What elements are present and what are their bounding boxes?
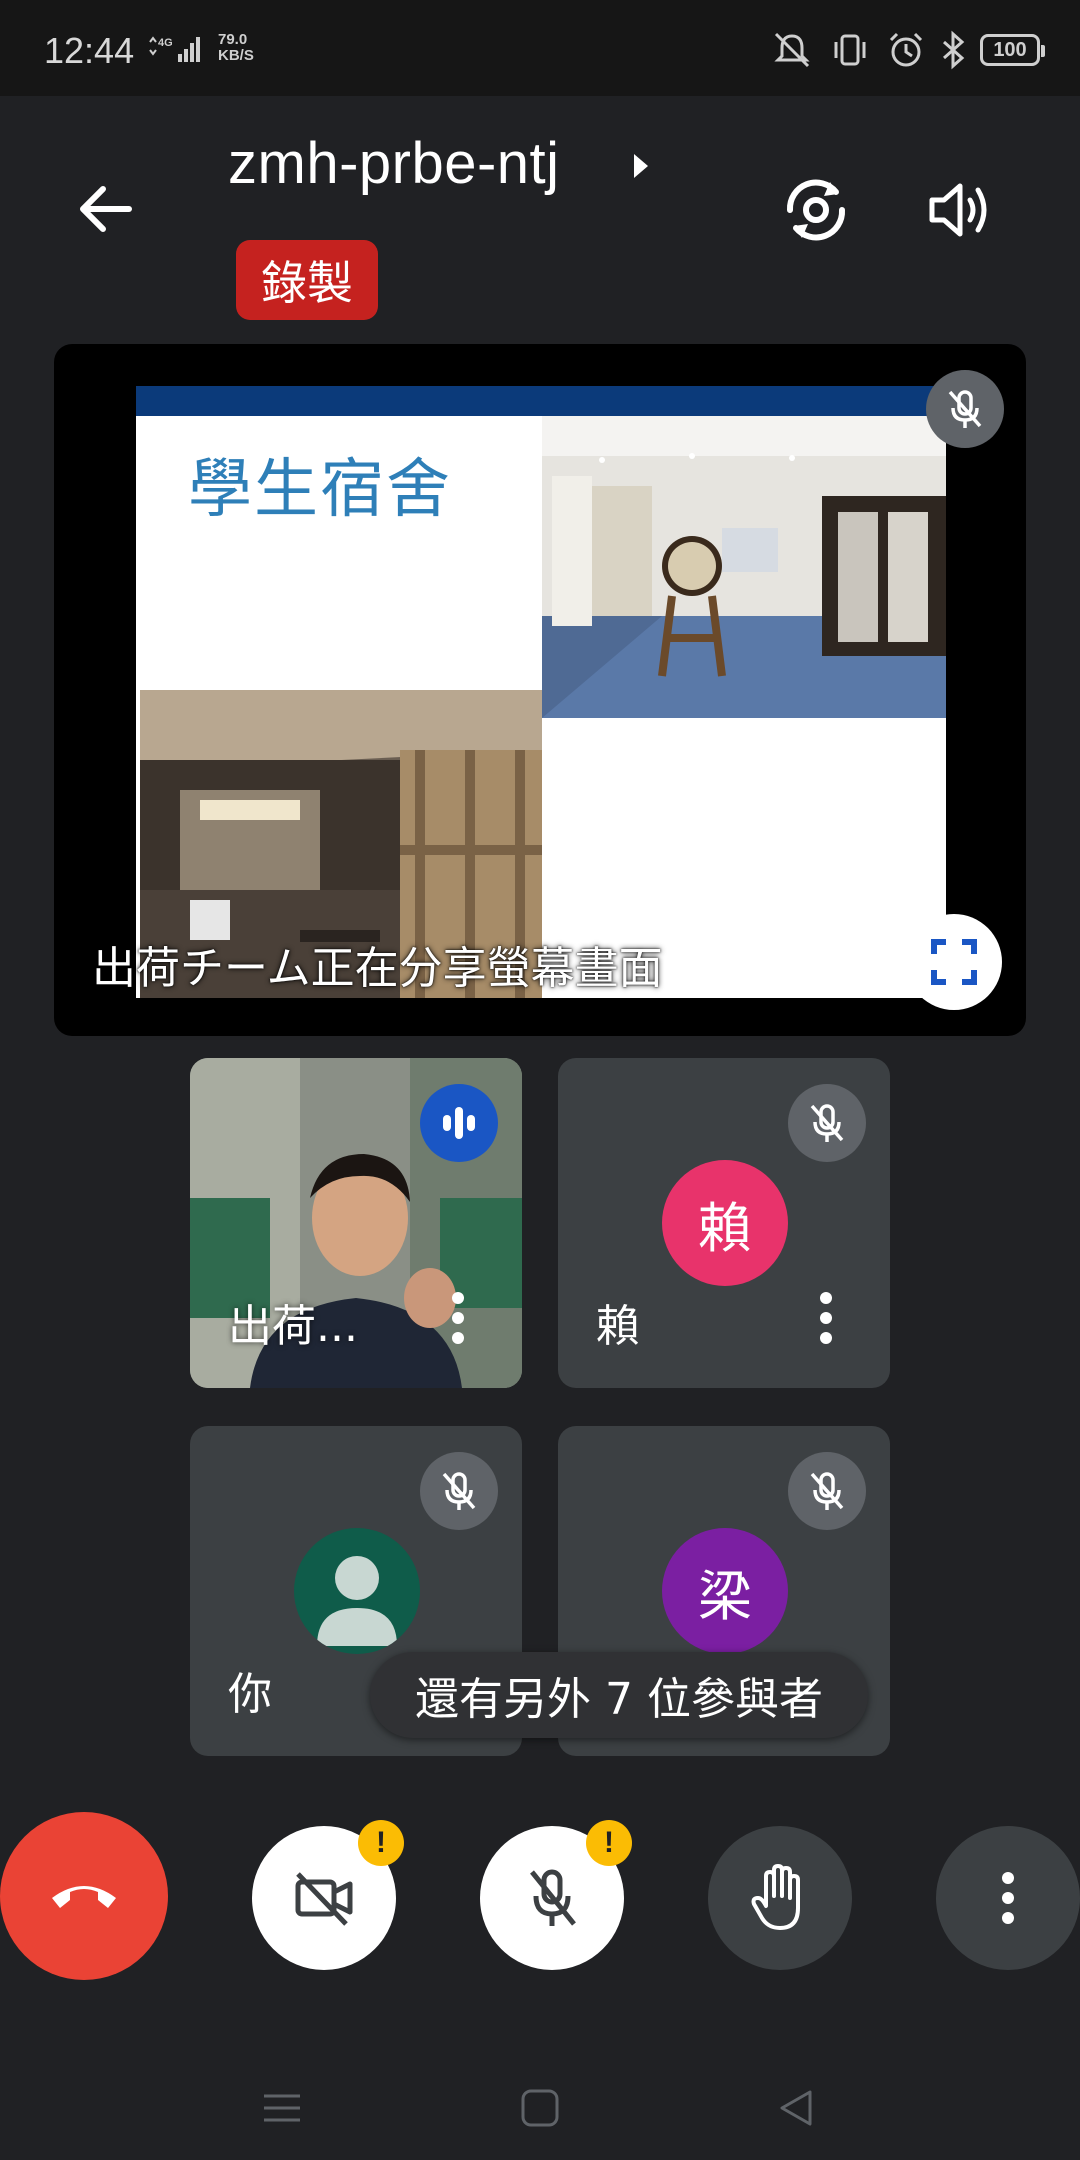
mic-off-indicator bbox=[788, 1084, 866, 1162]
screen-share-tile[interactable]: 學生宿舍 出荷チーム正在分享螢幕畫面 bbox=[54, 344, 1026, 1036]
dorm-hallway-photo bbox=[542, 416, 946, 718]
end-call-button[interactable] bbox=[0, 1812, 168, 1980]
status-icons: 100 bbox=[770, 30, 1045, 70]
screen-share-caption: 出荷チーム正在分享螢幕畫面 bbox=[92, 943, 663, 994]
more-options-button[interactable] bbox=[936, 1826, 1080, 1970]
participant-name: 你 bbox=[228, 1669, 272, 1720]
slide-title: 學生宿舍 bbox=[188, 453, 452, 527]
person-icon bbox=[317, 1556, 397, 1646]
speaking-indicator bbox=[420, 1084, 498, 1162]
network-speed: 79.0 KB/S bbox=[218, 31, 254, 64]
status-bar: 12:44 4G 79.0 KB/S 100 bbox=[0, 0, 1080, 96]
participant-avatar bbox=[294, 1528, 420, 1654]
volume-icon bbox=[929, 183, 987, 237]
participant-tile-1[interactable]: 出荷... bbox=[190, 1058, 522, 1388]
recording-badge: 錄製 bbox=[236, 240, 378, 320]
fullscreen-button[interactable] bbox=[906, 914, 1002, 1010]
speaker-button[interactable] bbox=[922, 172, 998, 248]
mic-off-icon bbox=[810, 1104, 844, 1142]
system-nav-bar bbox=[0, 2040, 1080, 2160]
camera-warning-badge: ! bbox=[358, 1820, 404, 1866]
mic-off-indicator bbox=[788, 1452, 866, 1530]
fullscreen-icon bbox=[931, 939, 977, 985]
mic-off-icon bbox=[530, 1869, 576, 1926]
home-square-icon bbox=[521, 2089, 559, 2127]
arrow-left-icon bbox=[80, 186, 132, 232]
camera-flip-icon bbox=[786, 179, 846, 241]
nav-home-button[interactable] bbox=[510, 2078, 570, 2138]
phone-hangup-icon bbox=[52, 1886, 116, 1908]
camera-toggle-button[interactable]: ! bbox=[252, 1820, 404, 1970]
camera-off-icon bbox=[295, 1872, 353, 1926]
audio-level-icon bbox=[443, 1107, 475, 1139]
raise-hand-button[interactable] bbox=[708, 1826, 852, 1970]
shared-slide: 學生宿舍 bbox=[136, 386, 946, 998]
switch-camera-button[interactable] bbox=[778, 172, 854, 248]
alarm-icon bbox=[889, 32, 923, 67]
mic-off-icon bbox=[948, 390, 982, 428]
mic-off-indicator bbox=[420, 1452, 498, 1530]
participant-avatar: 賴 bbox=[662, 1160, 788, 1286]
mic-toggle-button[interactable]: ! bbox=[480, 1820, 632, 1970]
mic-off-icon bbox=[810, 1472, 844, 1510]
back-button[interactable] bbox=[72, 176, 138, 242]
triangle-back-icon bbox=[780, 2090, 812, 2126]
participant-avatar: 梁 bbox=[662, 1528, 788, 1654]
other-participants-pill[interactable]: 還有另外 7 位參與者 bbox=[370, 1652, 868, 1738]
battery-indicator: 100 bbox=[980, 34, 1045, 66]
more-vert-icon[interactable] bbox=[816, 1290, 836, 1346]
mic-off-icon bbox=[442, 1472, 476, 1510]
more-vert-icon bbox=[1002, 1872, 1014, 1924]
caret-right-icon[interactable] bbox=[630, 150, 652, 182]
vibrate-icon bbox=[834, 34, 866, 66]
slide-header-bar bbox=[136, 386, 946, 416]
participant-tile-2[interactable]: 賴 賴 bbox=[558, 1058, 890, 1388]
participant-name: 出荷... bbox=[228, 1301, 358, 1352]
presenter-mic-off-indicator bbox=[926, 370, 1004, 448]
meeting-code[interactable]: zmh-prbe-ntj bbox=[228, 130, 560, 197]
signal-icon: 4G bbox=[149, 36, 200, 62]
more-vert-icon[interactable] bbox=[448, 1290, 468, 1346]
hand-icon bbox=[751, 1864, 800, 1930]
nav-menu-button[interactable] bbox=[252, 2078, 312, 2138]
status-time: 12:44 bbox=[44, 30, 135, 71]
svg-text:4G: 4G bbox=[158, 37, 173, 49]
menu-icon bbox=[264, 2094, 300, 2122]
mute-notification-icon bbox=[774, 32, 810, 68]
bluetooth-icon bbox=[943, 30, 965, 70]
nav-back-button[interactable] bbox=[766, 2078, 826, 2138]
mic-warning-badge: ! bbox=[586, 1820, 632, 1866]
participant-name: 賴 bbox=[596, 1301, 640, 1352]
